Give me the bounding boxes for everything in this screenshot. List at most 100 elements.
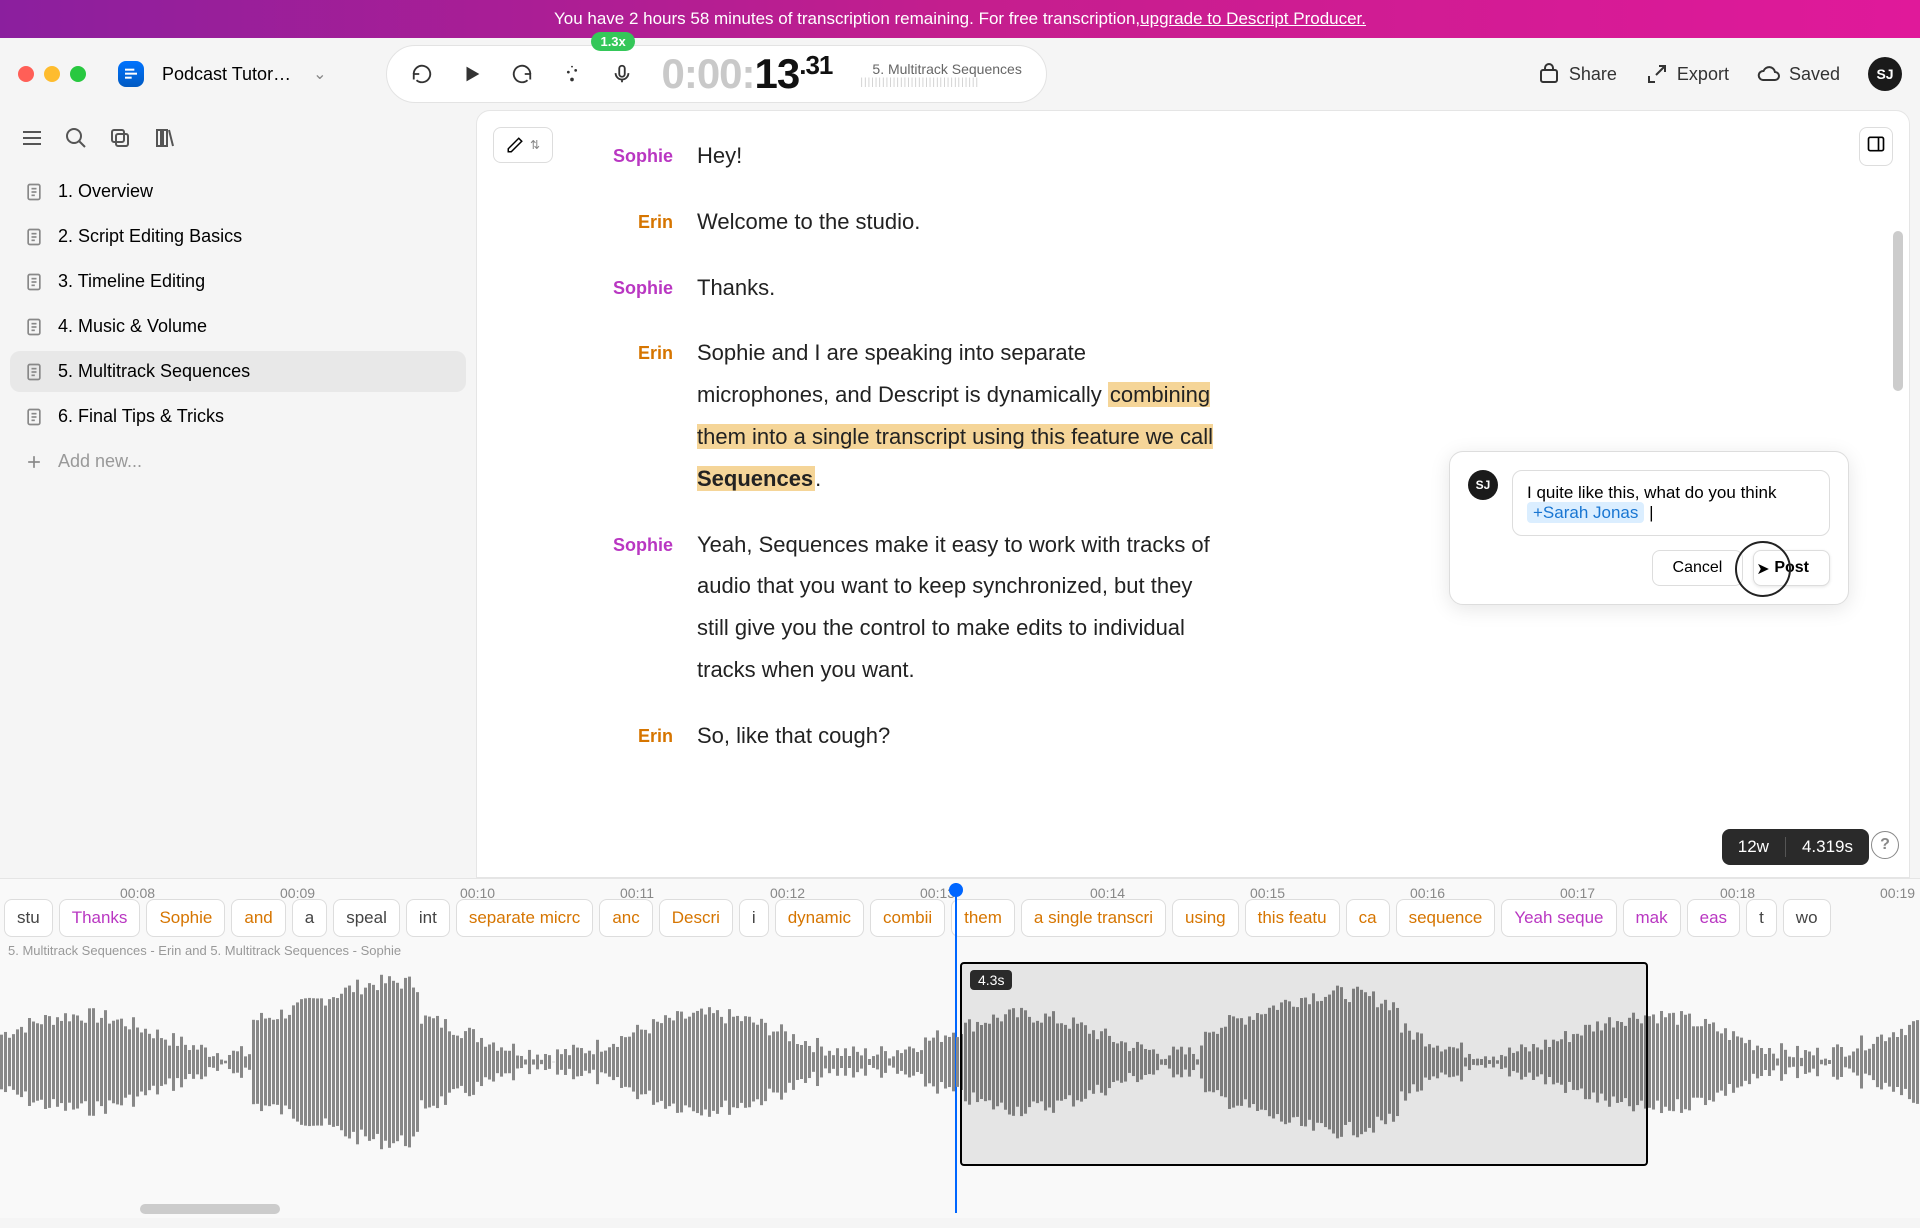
comment-popover: SJ I quite like this, what do you think … bbox=[1449, 451, 1849, 605]
document-icon bbox=[24, 317, 44, 337]
word-chip[interactable]: Thanks bbox=[59, 899, 141, 937]
word-chip[interactable]: stu bbox=[4, 899, 53, 937]
edit-mode-button[interactable]: ⇅ bbox=[493, 127, 553, 163]
pencil-icon bbox=[506, 136, 524, 154]
word-chip[interactable]: them bbox=[951, 899, 1015, 937]
comment-input[interactable]: I quite like this, what do you think +Sa… bbox=[1512, 470, 1830, 536]
script-editor: ⇅ SophieHey!ErinWelcome to the studio.So… bbox=[476, 110, 1910, 878]
word-chip[interactable]: a bbox=[292, 899, 327, 937]
close-window[interactable] bbox=[18, 66, 34, 82]
word-chip[interactable]: Descri bbox=[659, 899, 733, 937]
project-dropdown-icon[interactable]: ⌄ bbox=[313, 64, 326, 84]
transcript-line[interactable]: ErinSo, like that cough? bbox=[597, 715, 1809, 757]
selection-words: 12w bbox=[1738, 837, 1786, 857]
upgrade-link[interactable]: upgrade to Descript Producer. bbox=[1140, 9, 1366, 29]
word-chip[interactable]: Yeah seque bbox=[1501, 899, 1616, 937]
word-chip[interactable]: and bbox=[231, 899, 285, 937]
upgrade-banner: You have 2 hours 58 minutes of transcrip… bbox=[0, 0, 1920, 38]
track-label: 5. Multitrack Sequences - Erin and 5. Mu… bbox=[0, 939, 1920, 962]
word-chip[interactable]: dynamic bbox=[775, 899, 864, 937]
time-seconds: 13 bbox=[755, 50, 800, 97]
app-logo-icon[interactable] bbox=[118, 61, 144, 87]
speed-badge[interactable]: 1.3x bbox=[591, 32, 634, 51]
project-title[interactable]: Podcast Tutor… bbox=[162, 64, 291, 85]
timeline-selection[interactable]: 4.3s bbox=[960, 962, 1648, 1166]
word-chip[interactable]: combii bbox=[870, 899, 945, 937]
utterance[interactable]: So, like that cough? bbox=[697, 715, 1217, 757]
ruler-tick: 00:09 bbox=[280, 885, 315, 901]
sidebar-item-0[interactable]: 1. Overview bbox=[10, 171, 466, 212]
time-prefix: 0:00: bbox=[661, 50, 754, 97]
speaker-label[interactable]: Sophie bbox=[597, 524, 697, 691]
word-chip[interactable]: t bbox=[1746, 899, 1777, 937]
word-chip[interactable]: ca bbox=[1346, 899, 1390, 937]
word-chip[interactable]: wo bbox=[1783, 899, 1831, 937]
sparkle-icon[interactable] bbox=[561, 63, 583, 85]
window-controls bbox=[18, 66, 106, 82]
utterance[interactable]: Yeah, Sequences make it easy to work wit… bbox=[697, 524, 1217, 691]
menu-icon[interactable] bbox=[20, 126, 44, 155]
word-chip[interactable]: a single transcri bbox=[1021, 899, 1166, 937]
ruler-tick: 00:19 bbox=[1880, 885, 1915, 901]
ruler-tick: 00:18 bbox=[1720, 885, 1755, 901]
share-button[interactable]: Share bbox=[1537, 62, 1617, 86]
sidebar-item-1[interactable]: 2. Script Editing Basics bbox=[10, 216, 466, 257]
export-button[interactable]: Export bbox=[1645, 62, 1729, 86]
waveform-track[interactable]: 4.3s bbox=[0, 962, 1920, 1162]
word-chip[interactable]: using bbox=[1172, 899, 1239, 937]
add-new-button[interactable]: Add new... bbox=[10, 441, 466, 482]
timeline-panel: 00:0800:0900:1000:1100:1200:1300:1400:15… bbox=[0, 878, 1920, 1218]
user-avatar[interactable]: SJ bbox=[1868, 57, 1902, 91]
word-chip[interactable]: Sophie bbox=[146, 899, 225, 937]
minimize-window[interactable] bbox=[44, 66, 60, 82]
speaker-label[interactable]: Sophie bbox=[597, 135, 697, 177]
word-chip[interactable]: anc bbox=[599, 899, 652, 937]
doc-label: 6. Final Tips & Tricks bbox=[58, 406, 224, 427]
maximize-window[interactable] bbox=[70, 66, 86, 82]
utterance[interactable]: Welcome to the studio. bbox=[697, 201, 1217, 243]
speaker-label[interactable]: Sophie bbox=[597, 267, 697, 309]
sidebar-item-3[interactable]: 4. Music & Volume bbox=[10, 306, 466, 347]
search-icon[interactable] bbox=[64, 126, 88, 155]
panel-toggle-icon[interactable] bbox=[1859, 127, 1893, 166]
sequence-indicator[interactable]: 5. Multitrack Sequences ||||||||||||||||… bbox=[860, 61, 1021, 88]
main-toolbar: Podcast Tutor… ⌄ 1.3x 0:00:13.31 5. Mult… bbox=[0, 38, 1920, 110]
word-chip[interactable]: mak bbox=[1623, 899, 1681, 937]
transcript-line[interactable]: SophieHey! bbox=[597, 135, 1809, 177]
play-button[interactable] bbox=[461, 63, 483, 85]
copy-icon[interactable] bbox=[108, 126, 132, 155]
utterance[interactable]: Sophie and I are speaking into separate … bbox=[697, 332, 1217, 499]
help-button[interactable]: ? bbox=[1871, 831, 1899, 859]
cancel-button[interactable]: Cancel bbox=[1652, 550, 1744, 586]
mic-icon[interactable] bbox=[611, 63, 633, 85]
speaker-label[interactable]: Erin bbox=[597, 715, 697, 757]
word-chip[interactable]: i bbox=[739, 899, 769, 937]
sidebar-item-5[interactable]: 6. Final Tips & Tricks bbox=[10, 396, 466, 437]
sidebar-item-4[interactable]: 5. Multitrack Sequences bbox=[10, 351, 466, 392]
redo-button[interactable] bbox=[511, 63, 533, 85]
library-icon[interactable] bbox=[152, 126, 176, 155]
speaker-label[interactable]: Erin bbox=[597, 332, 697, 499]
sidebar-item-2[interactable]: 3. Timeline Editing bbox=[10, 261, 466, 302]
export-label: Export bbox=[1677, 64, 1729, 85]
utterance[interactable]: Thanks. bbox=[697, 267, 1217, 309]
vertical-scrollbar[interactable] bbox=[1893, 231, 1903, 391]
transcript-line[interactable]: SophieThanks. bbox=[597, 267, 1809, 309]
mention-chip[interactable]: +Sarah Jonas bbox=[1527, 502, 1644, 523]
word-chip[interactable]: speal bbox=[333, 899, 400, 937]
word-chip[interactable]: this featu bbox=[1245, 899, 1340, 937]
ruler-tick: 00:08 bbox=[120, 885, 155, 901]
word-chip[interactable]: separate micrc bbox=[456, 899, 593, 937]
doc-label: 2. Script Editing Basics bbox=[58, 226, 242, 247]
utterance[interactable]: Hey! bbox=[697, 135, 1217, 177]
highlighted-text[interactable]: combining them into a single transcript … bbox=[697, 382, 1213, 491]
share-icon bbox=[1537, 62, 1561, 86]
transcript-line[interactable]: ErinWelcome to the studio. bbox=[597, 201, 1809, 243]
word-chip[interactable]: sequence bbox=[1396, 899, 1496, 937]
speaker-label[interactable]: Erin bbox=[597, 201, 697, 243]
undo-button[interactable] bbox=[411, 63, 433, 85]
saved-label: Saved bbox=[1789, 64, 1840, 85]
word-chip[interactable]: eas bbox=[1687, 899, 1740, 937]
word-chip[interactable]: int bbox=[406, 899, 450, 937]
horizontal-scrollbar[interactable] bbox=[140, 1204, 280, 1214]
